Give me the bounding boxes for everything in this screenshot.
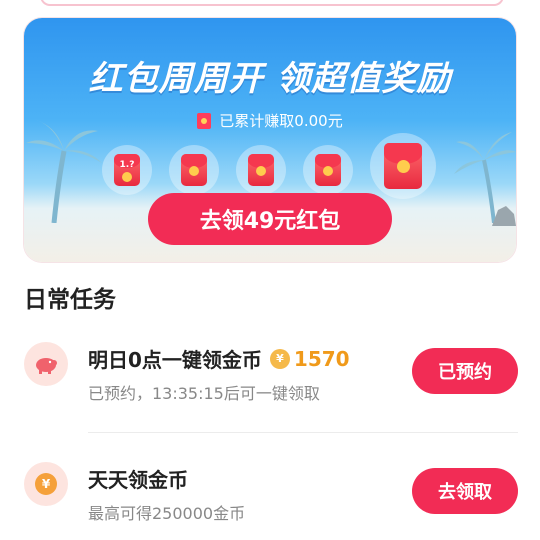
red-packet-5-large[interactable] [370,133,436,199]
red-envelope-icon [197,112,212,129]
task-subtitle: 最高可得250000金币 [88,504,246,523]
task-title-text: 天天领金币 [88,468,188,492]
claim-red-packet-button[interactable]: 去领49元红包 [148,193,392,245]
reserved-button[interactable]: 已预约 [412,348,518,394]
task-row-daily-coins: ¥ 天天领金币 最高可得250000金币 去领取 [22,458,518,528]
banner-title: 红包周周开 领超值奖励 [88,59,452,99]
red-packet-3[interactable] [236,145,286,195]
task-row-midnight-coins: 明日0点一键领金币 ¥ 1570 已预约，13:35:15后可一键领取 已预约 [22,338,518,418]
mystery-label: 1.? [119,160,135,170]
yen-coin-icon: ¥ [24,462,68,506]
red-packet-4[interactable] [303,145,353,195]
red-packet-1[interactable]: 1.? [102,145,152,195]
task-title: 天天领金币 [88,464,188,493]
task-title: 明日0点一键领金币 ¥ 1570 [88,344,350,373]
coin-icon: ¥ [269,348,290,369]
previous-card-edge [40,0,504,6]
earned-amount: 已累计赚取0.00元 [24,110,516,131]
claim-button[interactable]: 去领取 [412,468,518,514]
piggy-bank-icon [24,342,68,386]
daily-tasks-heading: 日常任务 [24,287,116,313]
earned-text: 已累计赚取0.00元 [219,112,343,130]
task-subtitle: 已预约，13:35:15后可一键领取 [88,384,320,403]
task-title-text: 明日0点一键领金币 [88,348,262,372]
rock-icon [492,206,516,226]
red-packet-2[interactable] [169,145,219,195]
task-divider [88,432,518,433]
coin-count: 1570 [293,346,350,371]
red-packet-banner[interactable]: 红包周周开 领超值奖励 已累计赚取0.00元 1.? 去领49元红包 [24,18,516,262]
